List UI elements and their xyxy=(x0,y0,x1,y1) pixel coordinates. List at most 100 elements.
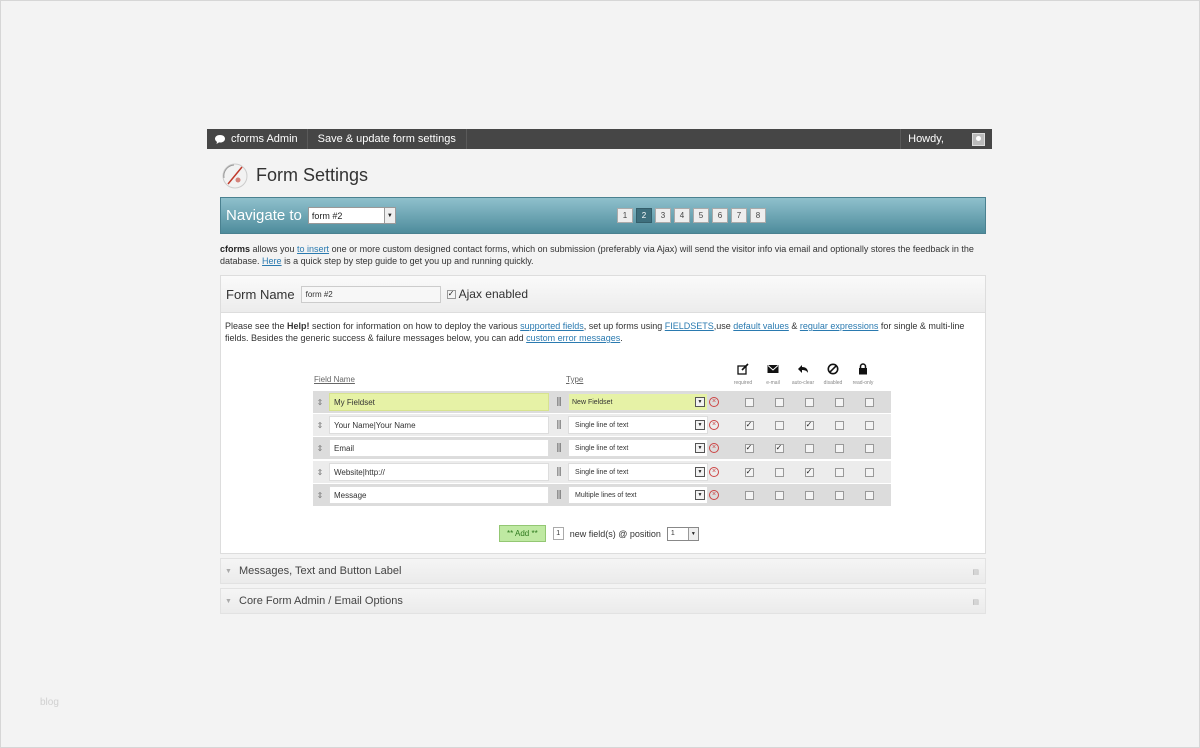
page-button-3[interactable]: 3 xyxy=(655,208,671,223)
field-name-input[interactable]: Email xyxy=(329,439,549,457)
position-select[interactable]: 1 ▼ xyxy=(666,526,699,541)
drag-handle-icon[interactable]: ▤ xyxy=(972,568,979,576)
field-name-input[interactable]: Message xyxy=(329,486,549,504)
field-name-input[interactable]: Website|http:// xyxy=(329,463,549,481)
chevron-down-icon: ▼ xyxy=(695,397,705,407)
drag-handle-icon[interactable]: ⇕ xyxy=(315,418,325,432)
field-name-input[interactable]: Your Name|Your Name xyxy=(329,416,549,434)
option-cell xyxy=(824,467,854,477)
page-button-8[interactable]: 8 xyxy=(750,208,766,223)
section-title: Core Form Admin / Email Options xyxy=(239,595,403,607)
option-cell xyxy=(824,490,854,500)
section-core-admin[interactable]: ▼ Core Form Admin / Email Options ▤ xyxy=(220,588,986,614)
drag-handle-icon[interactable]: ⇕ xyxy=(315,488,325,502)
save-settings-button[interactable]: Save & update form settings xyxy=(308,129,467,149)
ajax-checkbox[interactable]: ✓ xyxy=(446,289,456,299)
page-button-2[interactable]: 2 xyxy=(636,208,652,223)
field-row: ⇕ Website|http://⫼ Single line of text ▼ × ✓ ✓ xyxy=(313,461,891,483)
auto-clear-checkbox[interactable]: ✓ xyxy=(804,420,814,430)
add-field-button[interactable]: ** Add ** xyxy=(499,525,546,542)
delete-field-icon[interactable]: × xyxy=(709,443,719,453)
page-button-7[interactable]: 7 xyxy=(731,208,747,223)
disabled-checkbox[interactable] xyxy=(834,467,844,477)
form-name-input[interactable]: form #2 xyxy=(300,285,441,303)
auto-clear-checkbox[interactable] xyxy=(804,443,814,453)
settings-sliders-icon[interactable]: ⫼ xyxy=(551,490,567,501)
read-only-checkbox[interactable] xyxy=(864,397,874,407)
here-link[interactable]: Here xyxy=(262,256,282,266)
fieldsets-link[interactable]: FIELDSETS xyxy=(665,321,714,331)
field-count-input[interactable]: 1 xyxy=(552,527,564,540)
form-select[interactable]: form #2 ▼ xyxy=(307,207,396,224)
admin-brand[interactable]: cforms Admin xyxy=(207,129,308,149)
drag-handle-icon[interactable]: ⇕ xyxy=(315,441,325,455)
settings-sliders-icon[interactable]: ⫼ xyxy=(551,467,567,478)
field-type-select[interactable]: Multiple lines of text ▼ xyxy=(568,486,708,504)
lock-icon xyxy=(858,362,868,376)
howdy-menu[interactable]: Howdy, xyxy=(900,129,992,149)
option-checkboxes: ✓ ✓ xyxy=(734,420,884,430)
settings-sliders-icon[interactable]: ⫼ xyxy=(551,397,567,408)
e-mail-checkbox[interactable] xyxy=(774,397,784,407)
supported-fields-link[interactable]: supported fields xyxy=(520,321,584,331)
settings-sliders-icon[interactable]: ⫼ xyxy=(551,443,567,454)
read-only-checkbox[interactable] xyxy=(864,490,874,500)
option-cell xyxy=(854,443,884,453)
delete-field-icon[interactable]: × xyxy=(709,467,719,477)
disabled-checkbox[interactable] xyxy=(834,397,844,407)
drag-handle-icon[interactable]: ▤ xyxy=(972,598,979,606)
delete-field-icon[interactable]: × xyxy=(709,397,719,407)
read-only-checkbox[interactable] xyxy=(864,420,874,430)
page-button-6[interactable]: 6 xyxy=(712,208,728,223)
option-cell: ✓ xyxy=(764,443,794,453)
field-name-input[interactable]: My Fieldset xyxy=(329,393,549,411)
drag-handle-icon[interactable]: ⇕ xyxy=(315,465,325,479)
delete-field-icon[interactable]: × xyxy=(709,420,719,430)
drag-handle-icon[interactable]: ⇕ xyxy=(315,395,325,409)
required-checkbox[interactable] xyxy=(744,397,754,407)
field-type-select[interactable]: New Fieldset ▼ xyxy=(568,393,708,411)
regular-expressions-link[interactable]: regular expressions xyxy=(800,321,879,331)
required-checkbox[interactable]: ✓ xyxy=(744,467,754,477)
auto-clear-checkbox[interactable] xyxy=(804,397,814,407)
option-checkboxes: ✓ ✓ xyxy=(734,443,884,453)
help-t7: . xyxy=(620,333,623,343)
add-field-row: ** Add ** 1 new field(s) @ position 1 ▼ xyxy=(499,525,699,542)
option-cell: ✓ xyxy=(734,443,764,453)
required-checkbox[interactable]: ✓ xyxy=(744,443,754,453)
disabled-checkbox[interactable] xyxy=(834,443,844,453)
page-button-4[interactable]: 4 xyxy=(674,208,690,223)
form-name-label: Form Name xyxy=(226,286,295,302)
settings-sliders-icon[interactable]: ⫼ xyxy=(551,420,567,431)
auto-clear-checkbox[interactable] xyxy=(804,490,814,500)
e-mail-checkbox[interactable]: ✓ xyxy=(774,443,784,453)
option-auto-clear: auto-clear xyxy=(788,362,818,386)
page-button-5[interactable]: 5 xyxy=(693,208,709,223)
disabled-checkbox[interactable] xyxy=(834,490,844,500)
e-mail-checkbox[interactable] xyxy=(774,467,784,477)
option-cell xyxy=(854,490,884,500)
field-type-value: Single line of text xyxy=(575,468,629,476)
type-header[interactable]: Type xyxy=(566,375,583,384)
default-values-link[interactable]: default values xyxy=(733,321,789,331)
field-name-header[interactable]: Field Name xyxy=(314,375,355,384)
e-mail-checkbox[interactable] xyxy=(774,490,784,500)
field-type-select[interactable]: Single line of text ▼ xyxy=(568,439,708,457)
custom-error-messages-link[interactable]: custom error messages xyxy=(526,333,620,343)
read-only-checkbox[interactable] xyxy=(864,467,874,477)
page-title: Form Settings xyxy=(256,164,369,185)
option-checkboxes: ✓ ✓ xyxy=(734,467,884,477)
required-checkbox[interactable]: ✓ xyxy=(744,420,754,430)
ajax-toggle[interactable]: ✓ Ajax enabled xyxy=(446,287,528,301)
disabled-checkbox[interactable] xyxy=(834,420,844,430)
auto-clear-checkbox[interactable]: ✓ xyxy=(804,467,814,477)
read-only-checkbox[interactable] xyxy=(864,443,874,453)
to-insert-link[interactable]: to insert xyxy=(297,244,329,254)
delete-field-icon[interactable]: × xyxy=(709,490,719,500)
e-mail-checkbox[interactable] xyxy=(774,420,784,430)
page-button-1[interactable]: 1 xyxy=(617,208,633,223)
section-messages[interactable]: ▼ Messages, Text and Button Label ▤ xyxy=(220,558,986,584)
field-type-select[interactable]: Single line of text ▼ xyxy=(568,463,708,481)
field-type-select[interactable]: Single line of text ▼ xyxy=(568,416,708,434)
required-checkbox[interactable] xyxy=(744,490,754,500)
